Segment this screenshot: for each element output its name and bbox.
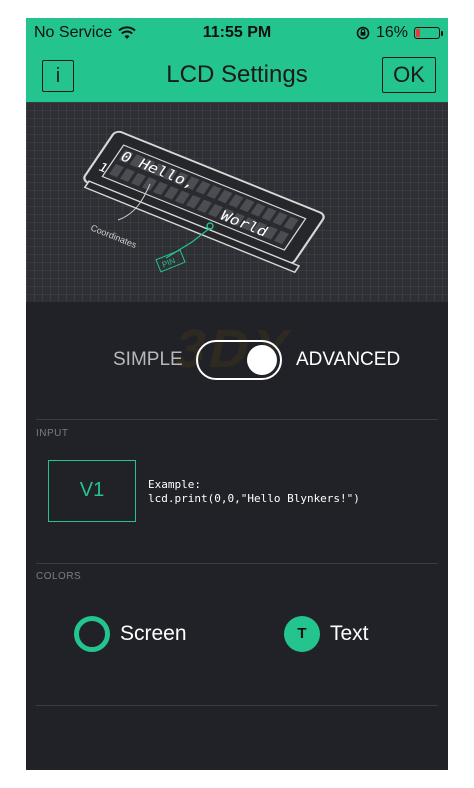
ok-button[interactable]: OK	[382, 57, 436, 93]
divider-bottom	[36, 705, 438, 706]
orientation-lock-icon	[356, 26, 370, 40]
example-code: lcd.print(0,0,"Hello Blynkers!")	[148, 492, 360, 505]
lcd-diagram: 0 Hello, World 1 Coordinates PIN	[83, 130, 325, 274]
example-text: Example: lcd.print(0,0,"Hello Blynkers!"…	[148, 478, 360, 506]
mode-switch-row: SIMPLE ADVANCED	[26, 336, 448, 382]
status-bar: No Service 11:55 PM 16%	[26, 18, 448, 48]
battery-fill	[416, 29, 420, 37]
battery-icon	[414, 27, 443, 39]
mode-advanced-label[interactable]: ADVANCED	[296, 349, 400, 371]
screen-color-swatch-icon[interactable]	[74, 616, 110, 652]
mode-simple-label[interactable]: SIMPLE	[113, 349, 183, 371]
divider-input	[36, 419, 438, 420]
coordinates-label: Coordinates	[89, 223, 138, 251]
text-color-picker[interactable]: T Text	[284, 615, 369, 653]
text-color-swatch-icon[interactable]: T	[284, 616, 320, 652]
toggle-knob[interactable]	[247, 345, 277, 375]
example-title: Example:	[148, 478, 201, 491]
app-screen: No Service 11:55 PM 16% i LCD Settings O…	[26, 18, 448, 770]
lcd-preview-illustration: 0 Hello, World 1 Coordinates PIN	[26, 102, 448, 302]
battery-percent: 16%	[375, 24, 408, 41]
status-right: 16%	[356, 24, 443, 42]
mode-toggle[interactable]	[196, 340, 282, 380]
pin-tag-label: PIN	[161, 256, 177, 269]
pin-select-button[interactable]: V1	[48, 460, 136, 522]
nav-bar: i LCD Settings OK	[26, 48, 448, 102]
screen-color-picker[interactable]: Screen	[74, 615, 187, 653]
text-color-label: Text	[330, 622, 369, 645]
input-section-label: INPUT	[36, 428, 69, 439]
screen-color-label: Screen	[120, 622, 187, 645]
divider-colors	[36, 563, 438, 564]
colors-section-label: COLORS	[36, 571, 82, 582]
